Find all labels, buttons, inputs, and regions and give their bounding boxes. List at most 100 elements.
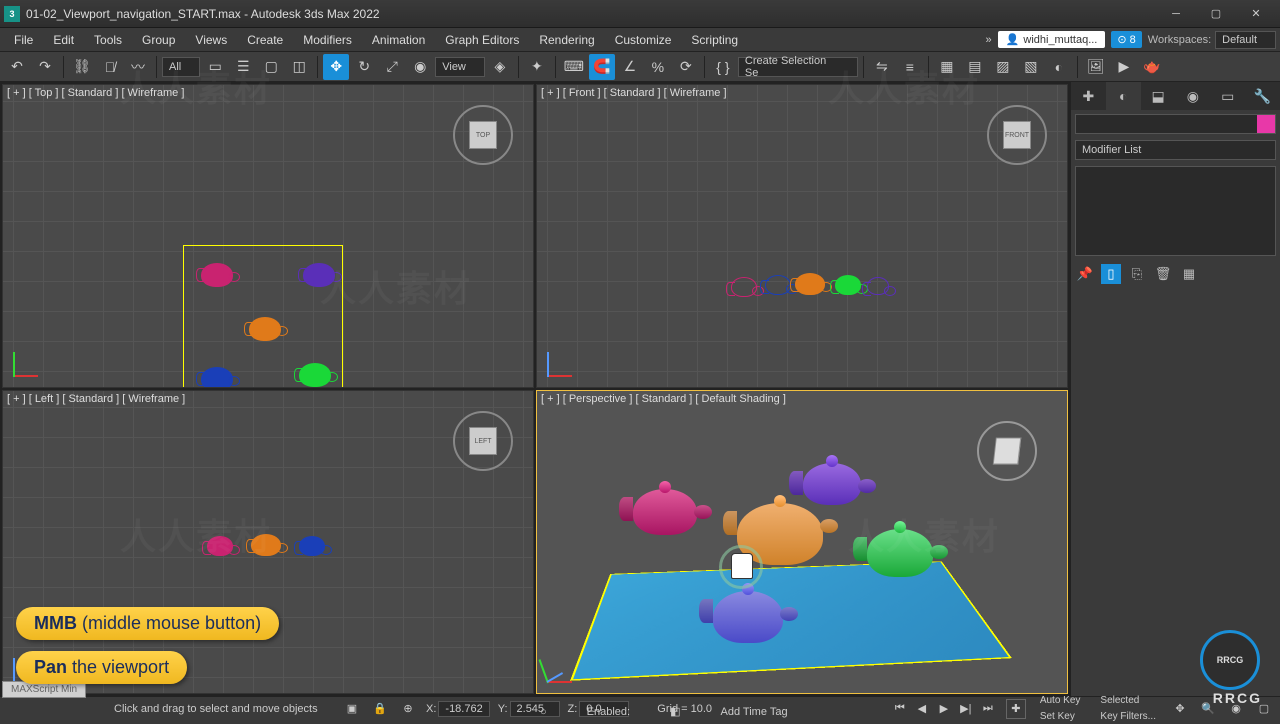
viewport-perspective[interactable]: [ + ] [ Perspective ] [ Standard ] [ Def… xyxy=(536,390,1068,694)
modifier-stack[interactable] xyxy=(1075,166,1276,256)
user-account[interactable]: 👤widhi_muttaq... xyxy=(998,31,1106,48)
configure-sets-icon[interactable]: ▦ xyxy=(1179,264,1199,284)
modify-tab[interactable]: ◐ xyxy=(1106,82,1141,110)
scale-button[interactable]: ⤢ xyxy=(379,54,405,80)
snap-toggle-button[interactable]: 🧲 xyxy=(589,54,615,80)
selected-filter[interactable]: Selected xyxy=(1094,693,1162,708)
align-button[interactable]: ≡ xyxy=(897,54,923,80)
menu-rendering[interactable]: Rendering xyxy=(529,30,604,50)
percent-snap-button[interactable]: % xyxy=(645,54,671,80)
menu-file[interactable]: File xyxy=(4,30,43,50)
menu-animation[interactable]: Animation xyxy=(362,30,435,50)
play-button[interactable]: ▶ xyxy=(934,699,954,719)
bind-button[interactable]: 〰 xyxy=(125,54,151,80)
absolute-transform-icon[interactable]: ⊕ xyxy=(398,699,418,719)
minimize-button[interactable]: ─ xyxy=(1156,0,1196,28)
layer-explorer-button[interactable]: ▦ xyxy=(934,54,960,80)
motion-tab[interactable]: ◉ xyxy=(1175,82,1210,110)
viewcube-top[interactable]: TOP xyxy=(453,105,513,165)
render-frame-button[interactable]: ▶ xyxy=(1111,54,1137,80)
toggle-ribbon-button[interactable]: ▤ xyxy=(962,54,988,80)
teapot-orange[interactable] xyxy=(249,317,281,341)
viewport-top-label[interactable]: [ + ] [ Top ] [ Standard ] [ Wireframe ] xyxy=(7,87,184,99)
redo-button[interactable]: ↷ xyxy=(32,54,58,80)
selection-filter-dropdown[interactable]: All xyxy=(162,57,200,77)
close-button[interactable]: ✕ xyxy=(1236,0,1276,28)
teapot-blue-front[interactable] xyxy=(765,275,791,295)
viewport-left-label[interactable]: [ + ] [ Left ] [ Standard ] [ Wireframe … xyxy=(7,393,185,405)
undo-button[interactable]: ↶ xyxy=(4,54,30,80)
maximize-button[interactable]: ▢ xyxy=(1196,0,1236,28)
remove-modifier-icon[interactable]: 🗑 xyxy=(1153,264,1173,284)
teapot-purple-front[interactable] xyxy=(867,277,889,295)
menu-edit[interactable]: Edit xyxy=(43,30,84,50)
teapot-blue[interactable] xyxy=(201,367,233,388)
link-button[interactable]: ⛓ xyxy=(69,54,95,80)
select-manipulate-button[interactable]: ✦ xyxy=(524,54,550,80)
make-unique-icon[interactable]: ⎘ xyxy=(1127,264,1147,284)
nav-pan-icon[interactable]: ✥ xyxy=(1170,699,1190,719)
setkey-button[interactable]: Set Key xyxy=(1034,709,1087,724)
menu-group[interactable]: Group xyxy=(132,30,185,50)
isolate-selection-icon[interactable]: ▣ xyxy=(342,699,362,719)
display-tab[interactable]: ▭ xyxy=(1210,82,1245,110)
angle-snap-button[interactable]: ∠ xyxy=(617,54,643,80)
notifications-count[interactable]: ⊙ 8 xyxy=(1111,31,1141,48)
menu-customize[interactable]: Customize xyxy=(605,30,682,50)
menu-tools[interactable]: Tools xyxy=(84,30,132,50)
teapot-magenta[interactable] xyxy=(201,263,233,287)
hierarchy-tab[interactable]: ⬓ xyxy=(1141,82,1176,110)
unlink-button[interactable]: ⛓̸ xyxy=(97,54,123,80)
menu-graph-editors[interactable]: Graph Editors xyxy=(435,30,529,50)
viewport-front[interactable]: [ + ] [ Front ] [ Standard ] [ Wireframe… xyxy=(536,84,1068,388)
key-mode-button[interactable]: ✚ xyxy=(1006,699,1026,719)
show-end-result-icon[interactable]: ▯ xyxy=(1101,264,1121,284)
select-by-name-button[interactable]: ☰ xyxy=(230,54,256,80)
material-editor-button[interactable]: ◐ xyxy=(1046,54,1072,80)
mirror-button[interactable]: ⇋ xyxy=(869,54,895,80)
goto-start-button[interactable]: ⏮ xyxy=(890,699,910,719)
pin-stack-icon[interactable]: 📌 xyxy=(1075,264,1095,284)
named-selection-set-dropdown[interactable]: Create Selection Se xyxy=(738,57,858,77)
viewcube-persp[interactable] xyxy=(977,421,1037,481)
autokey-button[interactable]: Auto Key xyxy=(1034,693,1087,708)
select-region-rect-button[interactable]: ▢ xyxy=(258,54,284,80)
window-crossing-button[interactable]: ◫ xyxy=(286,54,312,80)
move-button[interactable]: ✥ xyxy=(323,54,349,80)
viewcube-front[interactable]: FRONT xyxy=(987,105,1047,165)
viewcube-left[interactable]: LEFT xyxy=(453,411,513,471)
adaptive-degradation-icon[interactable]: ◧ xyxy=(670,705,680,718)
object-name-field[interactable] xyxy=(1075,114,1276,134)
teapot-green-persp[interactable] xyxy=(867,529,933,577)
script-listener-icon[interactable]: ○ xyxy=(540,706,547,718)
selection-lock-icon[interactable]: 🔒 xyxy=(370,699,390,719)
prev-frame-button[interactable]: ◀ xyxy=(912,699,932,719)
teapot-blue-persp[interactable] xyxy=(713,591,783,643)
ref-coord-dropdown[interactable]: View xyxy=(435,57,485,77)
viewport-front-label[interactable]: [ + ] [ Front ] [ Standard ] [ Wireframe… xyxy=(541,87,727,99)
menu-create[interactable]: Create xyxy=(237,30,293,50)
teapot-magenta-left[interactable] xyxy=(207,536,233,556)
use-pivot-button[interactable]: ◈ xyxy=(487,54,513,80)
teapot-blue-left[interactable] xyxy=(299,536,325,556)
teapot-orange-front[interactable] xyxy=(795,273,825,295)
schematic-view-button[interactable]: ▧ xyxy=(1018,54,1044,80)
render-button[interactable]: 🫖 xyxy=(1139,54,1165,80)
teapot-magenta-front[interactable] xyxy=(731,277,757,297)
menu-modifiers[interactable]: Modifiers xyxy=(293,30,362,50)
workspace-dropdown[interactable]: Default xyxy=(1215,31,1276,49)
select-object-button[interactable]: ▭ xyxy=(202,54,228,80)
curve-editor-button[interactable]: ▨ xyxy=(990,54,1016,80)
menu-scripting[interactable]: Scripting xyxy=(681,30,748,50)
object-color-swatch[interactable] xyxy=(1257,115,1275,133)
rotate-button[interactable]: ↻ xyxy=(351,54,377,80)
teapot-green-front[interactable] xyxy=(835,275,861,295)
teapot-orange-left[interactable] xyxy=(251,534,281,556)
placement-button[interactable]: ◉ xyxy=(407,54,433,80)
goto-end-button[interactable]: ⏭ xyxy=(978,699,998,719)
add-time-tag[interactable]: Add Time Tag xyxy=(721,706,788,718)
keyboard-shortcut-button[interactable]: ⌨ xyxy=(561,54,587,80)
viewport-persp-label[interactable]: [ + ] [ Perspective ] [ Standard ] [ Def… xyxy=(541,393,786,405)
viewport-left[interactable]: [ + ] [ Left ] [ Standard ] [ Wireframe … xyxy=(2,390,534,694)
next-frame-button[interactable]: ▶| xyxy=(956,699,976,719)
